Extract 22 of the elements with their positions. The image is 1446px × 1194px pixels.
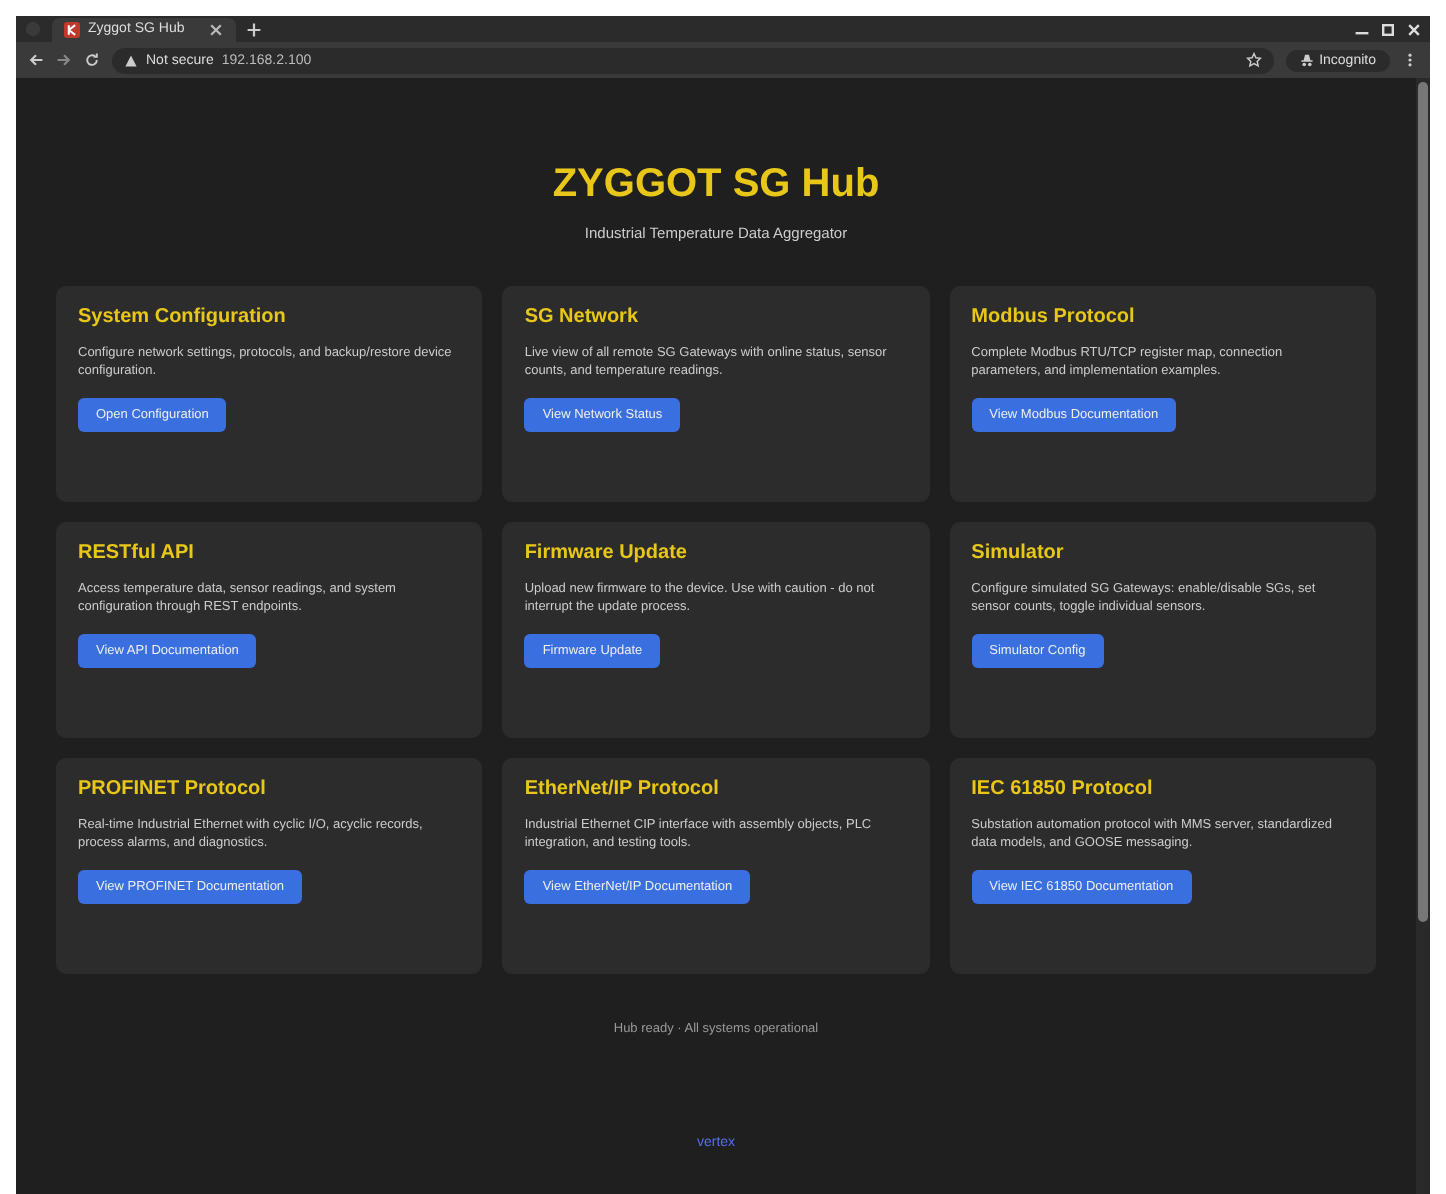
- card-title: PROFINET Protocol: [78, 778, 266, 800]
- scrollbar[interactable]: [1416, 78, 1430, 1194]
- card-title: RESTful API: [78, 542, 194, 564]
- card-title: Modbus Protocol: [971, 306, 1135, 328]
- card-title: IEC 61850 Protocol: [971, 778, 1153, 800]
- incognito-icon: [1299, 53, 1314, 67]
- new-tab-icon[interactable]: [246, 21, 262, 37]
- maximize-icon[interactable]: [1380, 21, 1396, 37]
- favicon-icon: [64, 21, 80, 37]
- page-title: ZYGGOT SG Hub: [552, 162, 880, 208]
- back-icon[interactable]: [28, 52, 44, 68]
- close-icon[interactable]: [1406, 21, 1422, 37]
- card-title: System Configuration: [78, 306, 286, 328]
- close-icon[interactable]: [208, 21, 224, 37]
- card-title: Simulator: [971, 542, 1064, 564]
- card-title: EtherNet/IP Protocol: [524, 778, 719, 800]
- forward-icon[interactable]: [56, 52, 72, 68]
- reload-icon[interactable]: [84, 52, 100, 68]
- card-title: Firmware Update: [524, 542, 687, 564]
- card-title: SG Network: [524, 306, 639, 328]
- warning-icon: [124, 53, 138, 67]
- bookmark-icon[interactable]: [1245, 52, 1262, 68]
